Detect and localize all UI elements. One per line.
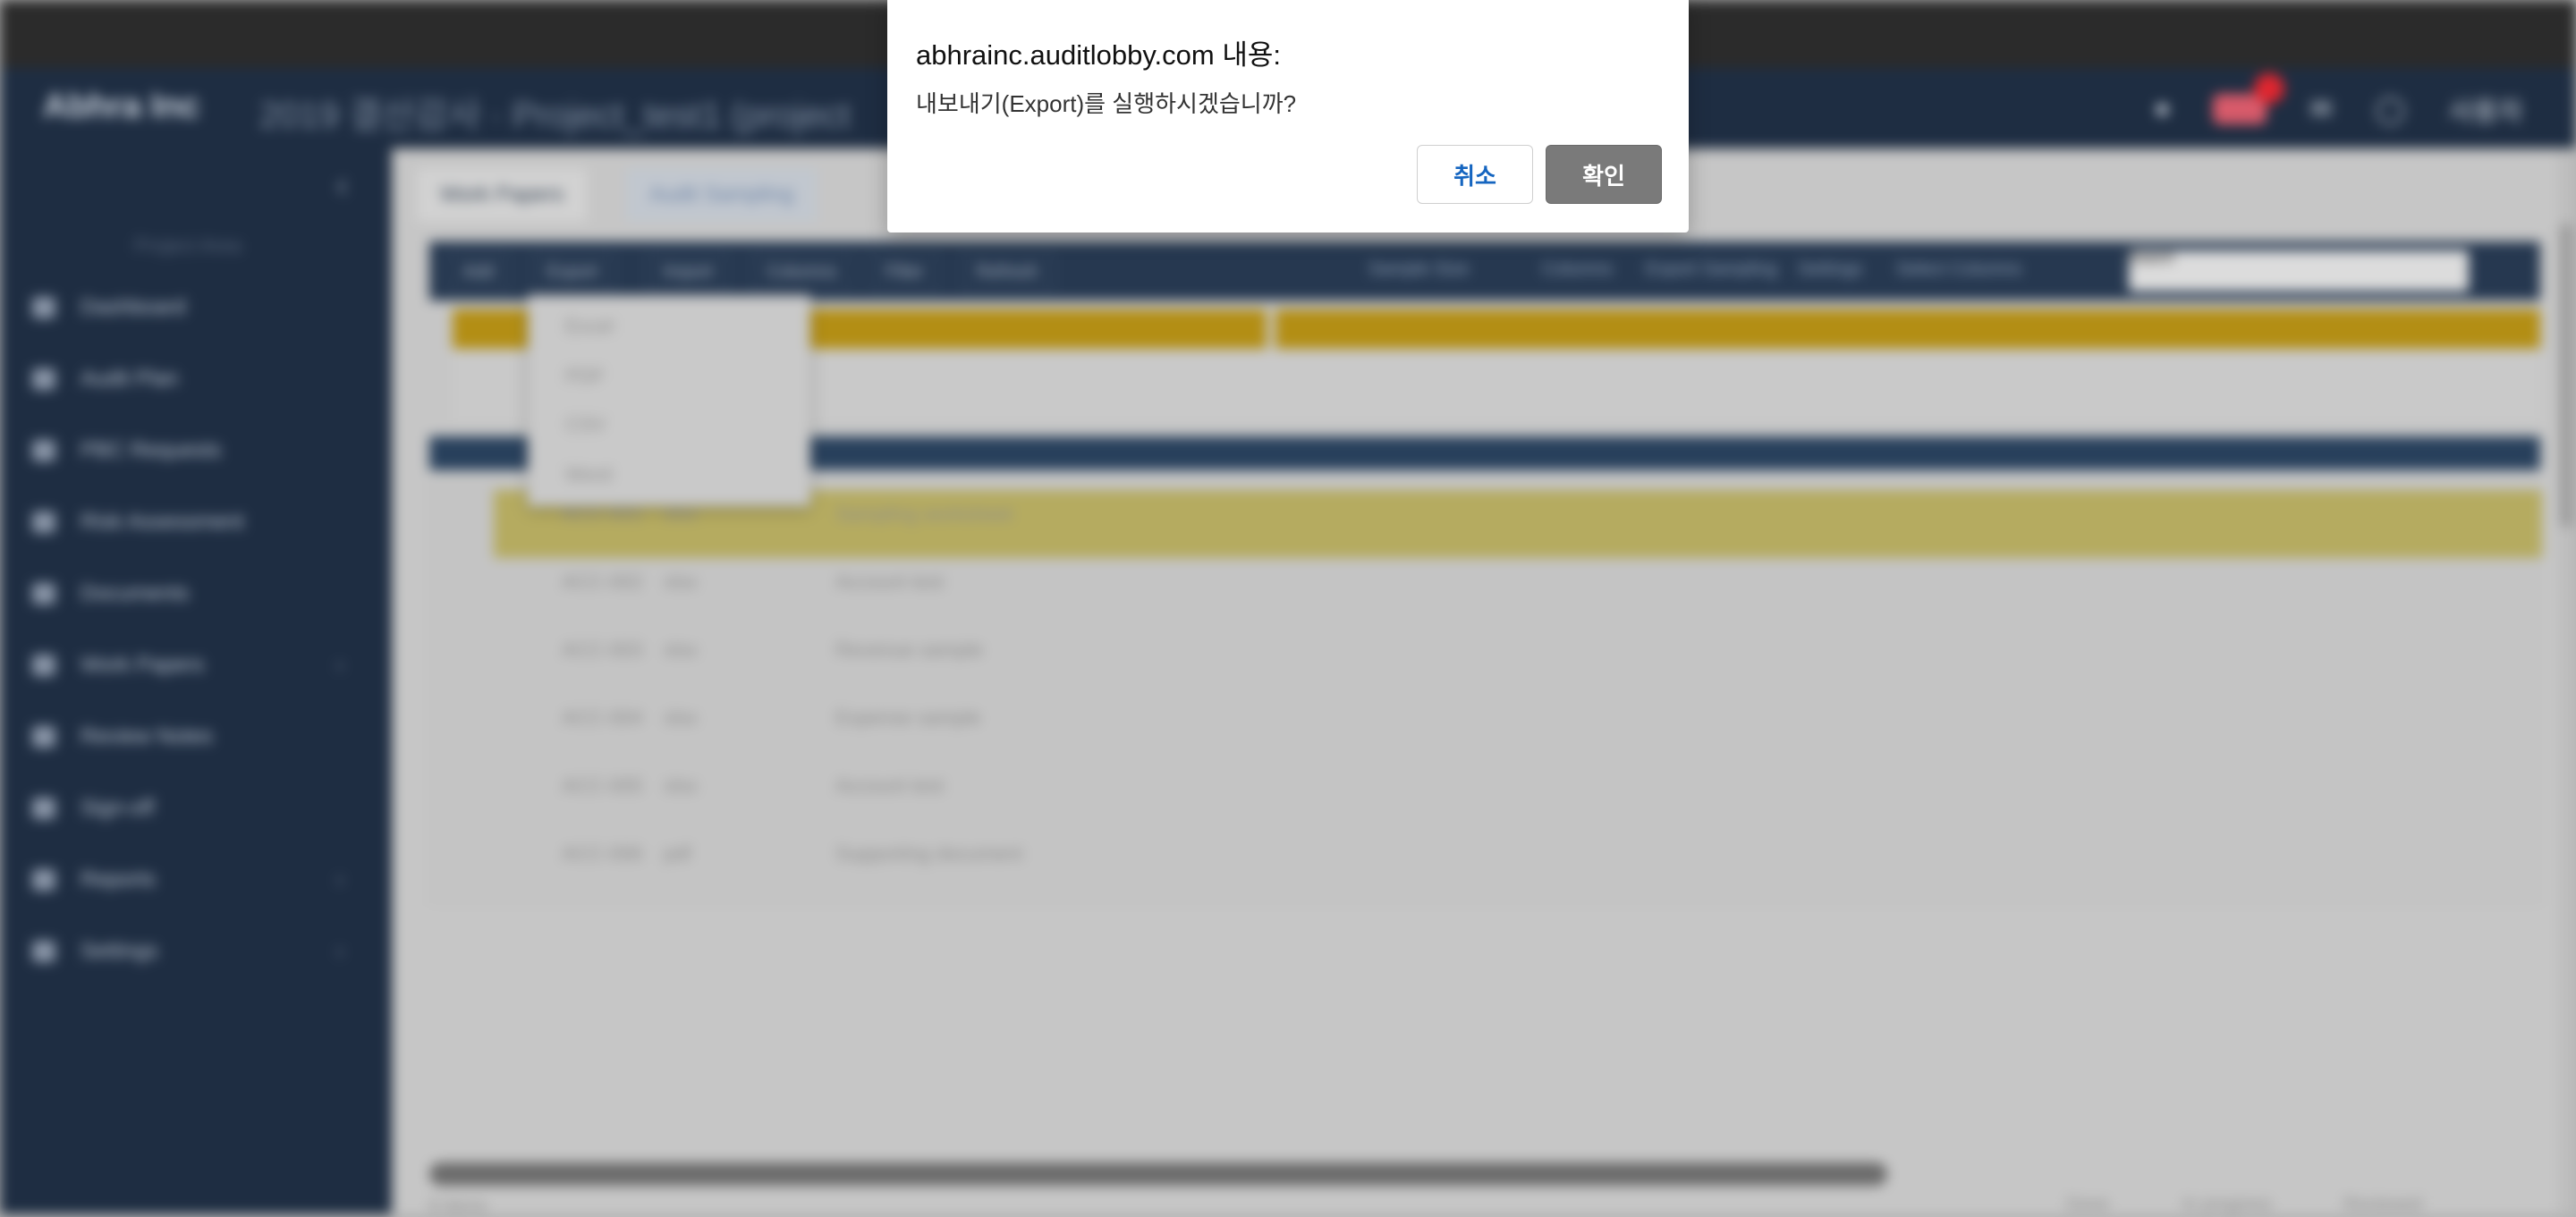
menu-icon	[32, 869, 55, 891]
sidebar-item: Risk Assessment	[32, 510, 244, 535]
menu-icon	[32, 368, 55, 390]
sidebar-item: Work Papers ›	[32, 653, 343, 678]
column-group-header	[1275, 309, 2540, 349]
add-button: Add	[447, 254, 510, 290]
dropdown-item: Excel	[565, 315, 614, 337]
menu-icon	[32, 655, 55, 676]
cancel-button[interactable]: 취소	[1417, 145, 1533, 204]
sidebar-item: Dashboard	[32, 295, 185, 320]
menu-icon	[32, 583, 55, 604]
dialog-message: 내보내기(Export)를 실행하시겠습니까?	[916, 90, 1297, 117]
cell: ACC-003	[562, 638, 643, 661]
confirm-dialog: abhrainc.auditlobby.com 내용: 내보내기(Export)…	[887, 0, 1689, 232]
sidebar-item: Sign-off	[32, 796, 154, 821]
cell: Supporting document	[835, 842, 1023, 865]
menu-icon	[32, 798, 55, 819]
export-button: Export	[531, 254, 614, 290]
sidebar-item-label: Dashboard	[80, 295, 186, 319]
cell: Sampling worksheet	[835, 503, 1013, 525]
brand-logo: Abhra Inc	[43, 88, 200, 125]
notification-icon: ✉	[2309, 94, 2333, 124]
horizontal-scrollbar	[429, 1162, 1887, 1186]
legend-item: In progress	[2182, 1195, 2273, 1214]
sidebar-item-label: Risk Assessment	[80, 510, 244, 534]
columns-button: Columns	[751, 254, 852, 290]
cell: xlsx	[664, 774, 698, 797]
menu-icon	[32, 440, 55, 461]
toolbar-link: Settings	[1798, 259, 1863, 279]
tab-audit-sampling: Audit Sampling	[626, 168, 818, 222]
chevron-icon: ›	[336, 653, 343, 677]
cell: ACC-004	[562, 706, 643, 729]
sidebar-item-label: Documents	[80, 581, 190, 605]
sidebar-item: Review Notes	[32, 724, 213, 749]
user-menu: 사용자	[2448, 97, 2522, 127]
cell: pdf	[664, 842, 691, 865]
dropdown-item: Word	[565, 463, 613, 486]
toolbar-link: Columns	[1542, 259, 1613, 279]
sidebar-section-label: Project Area	[134, 234, 242, 257]
menu-icon	[32, 726, 55, 748]
notification-badge	[2254, 73, 2284, 104]
chevron-icon: ›	[336, 939, 343, 963]
cell: Account test	[835, 774, 945, 797]
sidebar-item: PBC Requests	[32, 438, 221, 463]
cell: xlsx	[664, 706, 698, 729]
toolbar-link: Export Sampling	[1646, 259, 1777, 279]
collapse-icon: ‹	[336, 166, 348, 204]
cell: Revenue sample	[835, 638, 984, 661]
sidebar-item-label: Settings	[80, 939, 158, 963]
dropdown-item: PDF	[565, 365, 605, 387]
dropdown-item: CSV	[565, 413, 606, 435]
sidebar-item: Reports ›	[32, 867, 343, 892]
toolbar-link: Sample Size	[1368, 259, 1470, 279]
cell: Account test	[835, 570, 945, 593]
help-icon: ◯	[2375, 94, 2406, 124]
cell: Expense sample	[835, 706, 981, 729]
import-button: Import	[648, 254, 729, 290]
sidebar-item-label: Reports	[80, 867, 157, 892]
menu-icon	[32, 511, 55, 533]
search-input: Search	[2129, 250, 2469, 292]
dialog-title: abhrainc.auditlobby.com 내용:	[916, 39, 1281, 71]
menu-icon	[32, 297, 55, 318]
bell-icon: ●	[2154, 94, 2171, 123]
cell: ACC-005	[562, 774, 643, 797]
sidebar-item: Settings ›	[32, 939, 343, 964]
cell: ACC-006	[562, 842, 643, 865]
chevron-icon: ›	[336, 867, 343, 892]
sidebar-item-label: Review Notes	[80, 724, 214, 748]
vertical-scrollbar	[2560, 224, 2572, 528]
sidebar-item-label: Work Papers	[80, 653, 205, 677]
top-icon-bar: ● ✉ ◯ 사용자	[2154, 89, 2522, 129]
sidebar-item-label: Sign-off	[80, 796, 155, 820]
refresh-button: Refresh	[961, 254, 1055, 290]
toolbar-link: Select Columns	[1896, 259, 2022, 279]
sidebar-item-label: PBC Requests	[80, 438, 222, 462]
cell: xlsx	[664, 570, 698, 593]
cell: ACC-002	[562, 570, 643, 593]
menu-icon	[32, 941, 55, 962]
sidebar-item-label: Audit Plan	[80, 367, 179, 391]
page-title: 2019 결산감사 · Project_test1 (project	[259, 96, 851, 135]
legend-item: Done	[2066, 1195, 2109, 1214]
tab-work-papers: Work Papers	[417, 168, 588, 222]
ok-button[interactable]: 확인	[1546, 145, 1662, 204]
sidebar-item: Documents	[32, 581, 189, 606]
cell: xlsx	[664, 638, 698, 661]
legend-item: Reviewed	[2343, 1195, 2422, 1214]
sidebar-item: Audit Plan	[32, 367, 178, 392]
filter-button: Filter	[869, 254, 940, 290]
